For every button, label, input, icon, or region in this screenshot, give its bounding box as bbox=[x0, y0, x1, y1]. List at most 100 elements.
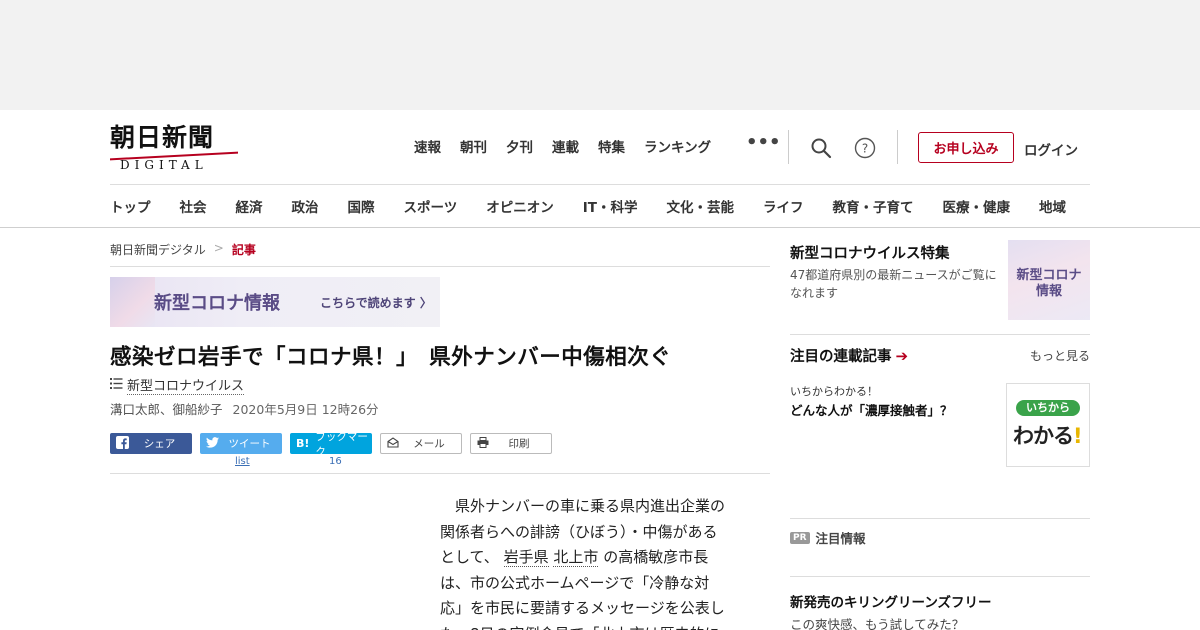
nav-yukan[interactable]: 夕刊 bbox=[506, 136, 533, 156]
banner-link-text: こちらで読めます bbox=[320, 296, 416, 310]
share-divider bbox=[110, 473, 770, 474]
nav-sokuho[interactable]: 速報 bbox=[414, 136, 441, 156]
cat-region[interactable]: 地域 bbox=[1039, 196, 1066, 216]
corona-feature-title: 新型コロナウイルス特集 bbox=[790, 246, 950, 262]
breadcrumb-divider bbox=[110, 266, 770, 267]
tag-label: 新型コロナウイルス bbox=[127, 375, 245, 395]
twitter-share-label: ツイート bbox=[228, 438, 271, 450]
cat-international[interactable]: 国際 bbox=[348, 196, 375, 216]
twitter-count[interactable]: list bbox=[235, 456, 250, 467]
subscribe-button[interactable]: お申し込み bbox=[918, 132, 1014, 163]
cat-culture[interactable]: 文化・芸能 bbox=[666, 196, 734, 216]
body-line: た。8日の定例会見で「北上市は歴史的に bbox=[440, 622, 750, 630]
hatena-count[interactable]: 16 bbox=[329, 456, 342, 467]
corona-thumb-text: 新型コロナ 情報 bbox=[1008, 268, 1090, 300]
article-body: 県外ナンバーの車に乗る県内進出企業の 関係者らへの誹謗（ひぼう）・中傷がある と… bbox=[440, 494, 750, 630]
cat-health[interactable]: 医療・健康 bbox=[942, 196, 1010, 216]
mail-share-button[interactable]: メール bbox=[380, 433, 462, 454]
cat-life[interactable]: ライフ bbox=[763, 196, 804, 216]
cat-it-science[interactable]: IT・科学 bbox=[583, 196, 638, 216]
facebook-share-button[interactable]: シェア bbox=[110, 433, 192, 454]
banner-link: こちらで読めます 〉 bbox=[320, 294, 432, 311]
cat-opinion[interactable]: オピニオン bbox=[486, 196, 554, 216]
twitter-icon bbox=[206, 436, 219, 451]
body-line: 県外ナンバーの車に乗る県内進出企業の bbox=[440, 497, 726, 515]
body-line: 応」を市民に要請するメッセージを公表し bbox=[440, 599, 725, 617]
article-authors: 溝口太郎、御船紗子 bbox=[110, 402, 223, 417]
site-logo[interactable]: 朝日新聞 DIGITAL bbox=[110, 124, 240, 172]
mail-share-label: メール bbox=[413, 438, 445, 450]
keyword-link-kitakami[interactable]: 北上市 bbox=[553, 548, 599, 567]
cat-top[interactable]: トップ bbox=[110, 196, 151, 216]
site-header: 朝日新聞 DIGITAL 速報 朝刊 夕刊 連載 特集 ランキング ••• ? … bbox=[0, 110, 1200, 228]
ichikara-exclaim: ! bbox=[1073, 424, 1083, 448]
body-text-segment: として、 bbox=[440, 548, 499, 566]
ichikara-logo-text: わかる! bbox=[1013, 420, 1083, 450]
header-divider bbox=[788, 130, 789, 164]
cat-society[interactable]: 社会 bbox=[180, 196, 207, 216]
pr-label: 注目情報 bbox=[815, 531, 866, 546]
cat-politics[interactable]: 政治 bbox=[292, 196, 319, 216]
share-buttons: シェア ツイート B! ブックマーク メール 印刷 bbox=[110, 431, 552, 458]
ichikara-wakaru: わかる bbox=[1013, 424, 1074, 448]
body-line: 関係者らへの誹謗（ひぼう）・中傷がある bbox=[440, 522, 718, 541]
rensai-headline[interactable]: どんな人が「濃厚接触者」？ bbox=[790, 400, 953, 419]
ichikara-badge: いちから bbox=[1016, 400, 1080, 416]
nav-rensai[interactable]: 連載 bbox=[552, 136, 579, 156]
cat-education[interactable]: 教育・子育て bbox=[832, 196, 913, 216]
hatena-bookmark-button[interactable]: B! ブックマーク bbox=[290, 431, 372, 458]
twitter-share-button[interactable]: ツイート bbox=[200, 433, 282, 454]
top-ad-area bbox=[0, 0, 1200, 110]
article-date: 2020年5月9日 12時26分 bbox=[232, 402, 379, 417]
ichikara-thumbnail[interactable]: いちから わかる! bbox=[1006, 383, 1090, 467]
help-icon[interactable]: ? bbox=[854, 137, 876, 159]
print-button[interactable]: 印刷 bbox=[470, 433, 552, 454]
rensai-kicker: いちからわかる！ bbox=[790, 385, 878, 398]
search-icon[interactable] bbox=[810, 137, 832, 159]
nav-choukan[interactable]: 朝刊 bbox=[460, 136, 487, 156]
more-link[interactable]: もっと見る bbox=[1030, 347, 1090, 364]
more-menu-icon[interactable]: ••• bbox=[746, 132, 781, 153]
category-navigation: トップ 社会 経済 政治 国際 スポーツ オピニオン IT・科学 文化・芸能 ラ… bbox=[110, 196, 1095, 216]
pr-badge: PR bbox=[790, 531, 810, 544]
breadcrumb-current: 記事 bbox=[231, 243, 256, 257]
sidebar-divider bbox=[790, 518, 1090, 519]
mail-icon bbox=[387, 436, 399, 451]
banner-title: 新型コロナ情報 bbox=[154, 293, 280, 314]
body-line: は、市の公式ホームページで「冷静な対 bbox=[440, 573, 710, 592]
printer-icon bbox=[477, 436, 489, 451]
breadcrumb: 朝日新聞デジタル > 記事 bbox=[110, 241, 256, 258]
body-text-segment: の高橋敏彦市長 bbox=[603, 548, 709, 566]
article-byline: 溝口太郎、御船紗子 2020年5月9日 12時26分 bbox=[110, 399, 379, 418]
corona-feature-thumbnail: 新型コロナ 情報 bbox=[1008, 240, 1090, 320]
nav-divider bbox=[110, 184, 1090, 185]
list-icon bbox=[110, 377, 123, 393]
logo-digital: DIGITAL bbox=[120, 158, 208, 172]
facebook-icon bbox=[116, 435, 129, 452]
article-tag[interactable]: 新型コロナウイルス bbox=[110, 375, 245, 395]
cat-economy[interactable]: 経済 bbox=[236, 196, 263, 216]
pr-headline[interactable]: 新発売のキリングリーンズフリー bbox=[790, 591, 992, 611]
arrow-right-icon: ➔ bbox=[895, 346, 909, 365]
header-divider bbox=[897, 130, 898, 164]
rensai-section-title[interactable]: 注目の連載記事 ➔ bbox=[790, 345, 908, 366]
banner-decoration bbox=[110, 277, 155, 327]
breadcrumb-home[interactable]: 朝日新聞デジタル bbox=[110, 241, 206, 258]
print-label: 印刷 bbox=[508, 438, 530, 450]
thumb-line: 新型コロナ bbox=[1016, 268, 1082, 283]
corona-info-banner[interactable]: 新型コロナ情報 こちらで読めます 〉 bbox=[110, 277, 440, 327]
nav-ranking[interactable]: ランキング bbox=[644, 136, 711, 156]
pr-subtext: この爽快感、もう試してみた？ bbox=[790, 617, 965, 630]
hatena-icon: B! bbox=[296, 437, 310, 450]
thumb-line: 情報 bbox=[1035, 284, 1062, 299]
pr-section-header: PR 注目情報 bbox=[790, 528, 866, 547]
svg-text:?: ? bbox=[862, 142, 868, 156]
nav-tokushu[interactable]: 特集 bbox=[598, 136, 625, 156]
cat-sports[interactable]: スポーツ bbox=[404, 196, 458, 216]
corona-feature-card[interactable]: 新型コロナウイルス特集 47都道府県別の最新ニュースがご覧になれます 新型コロナ… bbox=[790, 240, 1090, 322]
facebook-share-label: シェア bbox=[143, 438, 176, 450]
login-link[interactable]: ログイン bbox=[1024, 139, 1078, 159]
keyword-link-iwate[interactable]: 岩手県 bbox=[503, 548, 549, 567]
sidebar-divider bbox=[790, 576, 1090, 577]
body-line: として、 岩手県 北上市 の高橋敏彦市長 bbox=[440, 545, 750, 571]
